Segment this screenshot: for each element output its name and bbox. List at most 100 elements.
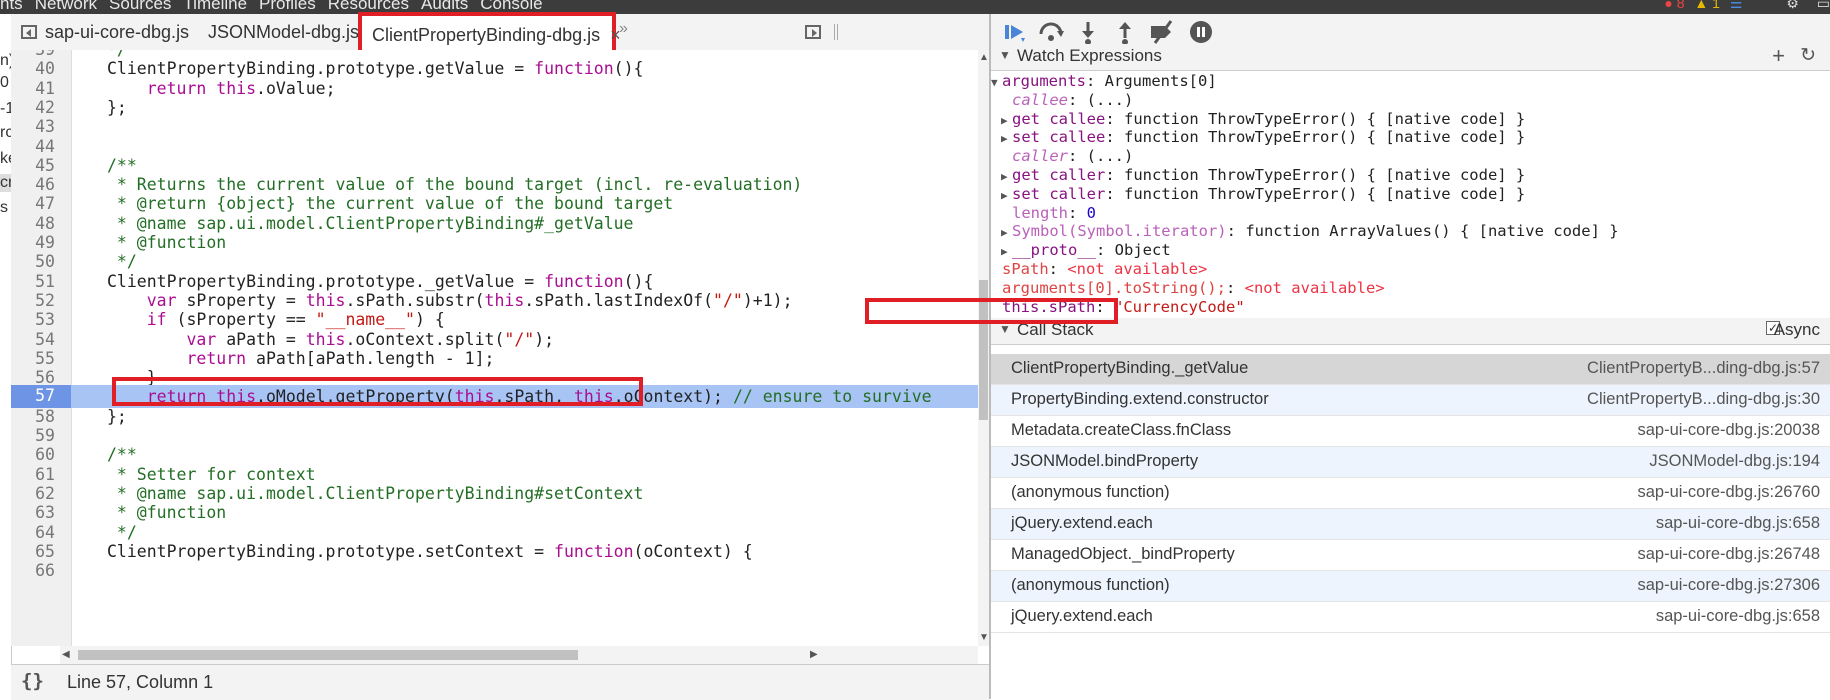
watch-entry[interactable]: length: 0 [1001,204,1096,222]
devtools-tab[interactable]: Timeline [183,0,247,13]
warning-count-icon[interactable]: ▲ 1 [1694,0,1720,11]
line-number[interactable]: 42 [11,98,55,117]
navigator-item[interactable]: s [0,199,8,217]
frame-location-link[interactable]: sap-ui-core-dbg.js:658 [1656,514,1820,533]
line-number[interactable]: 53 [11,310,55,329]
pause-on-exceptions-icon[interactable] [1186,18,1216,46]
tab-overflow-icon[interactable]: » [619,20,628,38]
devtools-tab[interactable]: nts [0,0,23,13]
line-number[interactable]: 66 [11,561,55,580]
scroll-right-icon[interactable]: ▶ [810,649,818,660]
expand-triangle-icon[interactable]: ▶ [1001,132,1012,145]
line-number[interactable]: 63 [11,503,55,522]
frame-location-link[interactable]: JSONModel-dbg.js:194 [1649,452,1820,471]
call-stack-frame[interactable]: (anonymous function) sap-ui-core-dbg.js:2… [991,571,1830,602]
line-number[interactable]: 52 [11,291,55,310]
refresh-icon[interactable]: ↻ [1800,44,1816,67]
line-number[interactable]: 62 [11,484,55,503]
line-number[interactable]: 54 [11,330,55,349]
line-number[interactable]: 41 [11,79,55,98]
navigator-item[interactable]: 0 [0,74,9,92]
scroll-up-icon[interactable]: ▲ [979,52,989,63]
expand-triangle-icon[interactable]: ▶ [1001,245,1012,258]
watch-entry[interactable]: sPath: <not available> [991,260,1207,278]
expand-triangle-icon[interactable]: ▶ [1001,226,1012,239]
line-number[interactable]: 40 [11,59,55,78]
line-number[interactable]: 49 [11,233,55,252]
watch-entry[interactable]: ▼ arguments: Arguments[0] [991,72,1217,90]
editor-horizontal-scrollbar[interactable]: ◀ ▶ [60,646,978,664]
line-number[interactable]: 61 [11,465,55,484]
call-stack-frame[interactable]: Metadata.createClass.fnClass sap-ui-core-… [991,416,1830,447]
step-over-icon[interactable] [1036,18,1066,46]
error-count-icon[interactable]: ● 8 [1664,0,1684,11]
frame-location-link[interactable]: sap-ui-core-dbg.js:27306 [1637,576,1820,595]
tab-sap-ui-core[interactable]: sap-ui-core-dbg.js [45,14,189,50]
watch-entry[interactable]: this.sPath: "CurrencyCode" [991,298,1245,316]
toggle-debugger-icon[interactable] [805,25,821,39]
line-number[interactable]: 58 [11,407,55,426]
call-stack-frame[interactable]: ClientPropertyBinding._getValue ClientPro… [991,354,1830,385]
collapse-watch-icon[interactable]: ▼ [999,48,1011,62]
frame-location-link[interactable]: sap-ui-core-dbg.js:658 [1656,607,1820,626]
line-number[interactable]: 60 [11,445,55,464]
frame-location-link[interactable]: sap-ui-core-dbg.js:20038 [1637,421,1820,440]
call-stack-header[interactable]: ▼ Call Stack ✓ Async [991,318,1830,345]
watch-entry[interactable]: ▶ get callee: function ThrowTypeError() {… [1001,110,1525,128]
line-number[interactable]: 47 [11,194,55,213]
watch-entry[interactable]: arguments[0].toString();: <not available… [991,279,1385,297]
line-number[interactable]: 51 [11,272,55,291]
line-number[interactable]: 64 [11,523,55,542]
frame-location-link[interactable]: ClientPropertyB...ding-dbg.js:30 [1587,390,1820,409]
step-out-icon[interactable] [1110,18,1140,46]
devtools-tab[interactable]: Sources [109,0,171,13]
expand-triangle-icon[interactable]: ▶ [1001,170,1012,183]
watch-entry[interactable]: callee: (...) [1001,91,1133,109]
line-number[interactable]: 50 [11,252,55,271]
watch-entry[interactable]: ▶ __proto__: Object [1001,241,1171,259]
line-number[interactable]: 43 [11,117,55,136]
call-stack-frame[interactable]: jQuery.extend.each sap-ui-core-dbg.js:658 [991,509,1830,540]
line-number[interactable]: 56 [11,368,55,387]
frame-location-link[interactable]: ClientPropertyB...ding-dbg.js:57 [1587,359,1820,378]
watch-entry[interactable]: ▶ set caller: function ThrowTypeError() {… [1001,185,1525,203]
resume-icon[interactable] [999,18,1029,46]
dock-icon[interactable]: ▭ [1817,0,1830,11]
line-number[interactable]: 45 [11,156,55,175]
watch-entry[interactable]: ▶ set callee: function ThrowTypeError() {… [1001,128,1525,146]
tab-jsonmodel[interactable]: JSONModel-dbg.js [208,14,359,50]
code-line[interactable]: 66 [11,559,978,582]
expand-triangle-icon[interactable]: ▶ [1001,114,1012,127]
pretty-print-button[interactable]: {} [21,670,44,692]
drag-handle[interactable] [834,24,838,40]
add-watch-icon[interactable]: + [1772,43,1785,69]
tab-clientpropertybinding[interactable]: ClientPropertyBinding-dbg.js × [358,12,621,54]
horizontal-scroll-thumb[interactable] [78,650,578,660]
collapse-callstack-icon[interactable]: ▼ [999,322,1011,336]
watch-entry[interactable]: ▶ get caller: function ThrowTypeError() {… [1001,166,1525,184]
deactivate-breakpoints-icon[interactable] [1147,18,1177,46]
frame-location-link[interactable]: sap-ui-core-dbg.js:26748 [1637,545,1820,564]
gear-icon[interactable]: ⚙ [1786,0,1799,11]
expand-triangle-icon[interactable]: ▶ [1001,189,1012,202]
devtools-tab[interactable]: Profiles [259,0,316,13]
call-stack-frame[interactable]: ManagedObject._bindProperty sap-ui-core-d… [991,540,1830,571]
drawer-icon[interactable]: ☰ [1730,0,1743,11]
line-number[interactable]: 59 [11,426,55,445]
vertical-scroll-thumb[interactable] [979,280,988,420]
watch-expressions-header[interactable]: ▼ Watch Expressions + ↻ [991,43,1830,71]
watch-entry[interactable]: caller: (...) [1001,147,1133,165]
line-number[interactable]: 55 [11,349,55,368]
editor-vertical-scrollbar[interactable]: ▲ ▼ [978,50,989,646]
line-number[interactable]: 46 [11,175,55,194]
line-number[interactable]: 44 [11,137,55,156]
code-editor[interactable]: 39*/40ClientPropertyBinding.prototype.ge… [11,50,978,646]
watch-entry[interactable]: ▶ Symbol(Symbol.iterator): function Array… [1001,222,1619,240]
call-stack-frame[interactable]: jQuery.extend.each sap-ui-core-dbg.js:658 [991,602,1830,633]
expanded-triangle-icon[interactable]: ▼ [991,76,1002,89]
toggle-navigator-icon[interactable] [21,25,37,39]
line-number[interactable]: 65 [11,542,55,561]
devtools-tab[interactable]: Network [35,0,97,13]
call-stack-frame[interactable]: PropertyBinding.extend.constructor Client… [991,385,1830,416]
frame-location-link[interactable]: sap-ui-core-dbg.js:26760 [1637,483,1820,502]
